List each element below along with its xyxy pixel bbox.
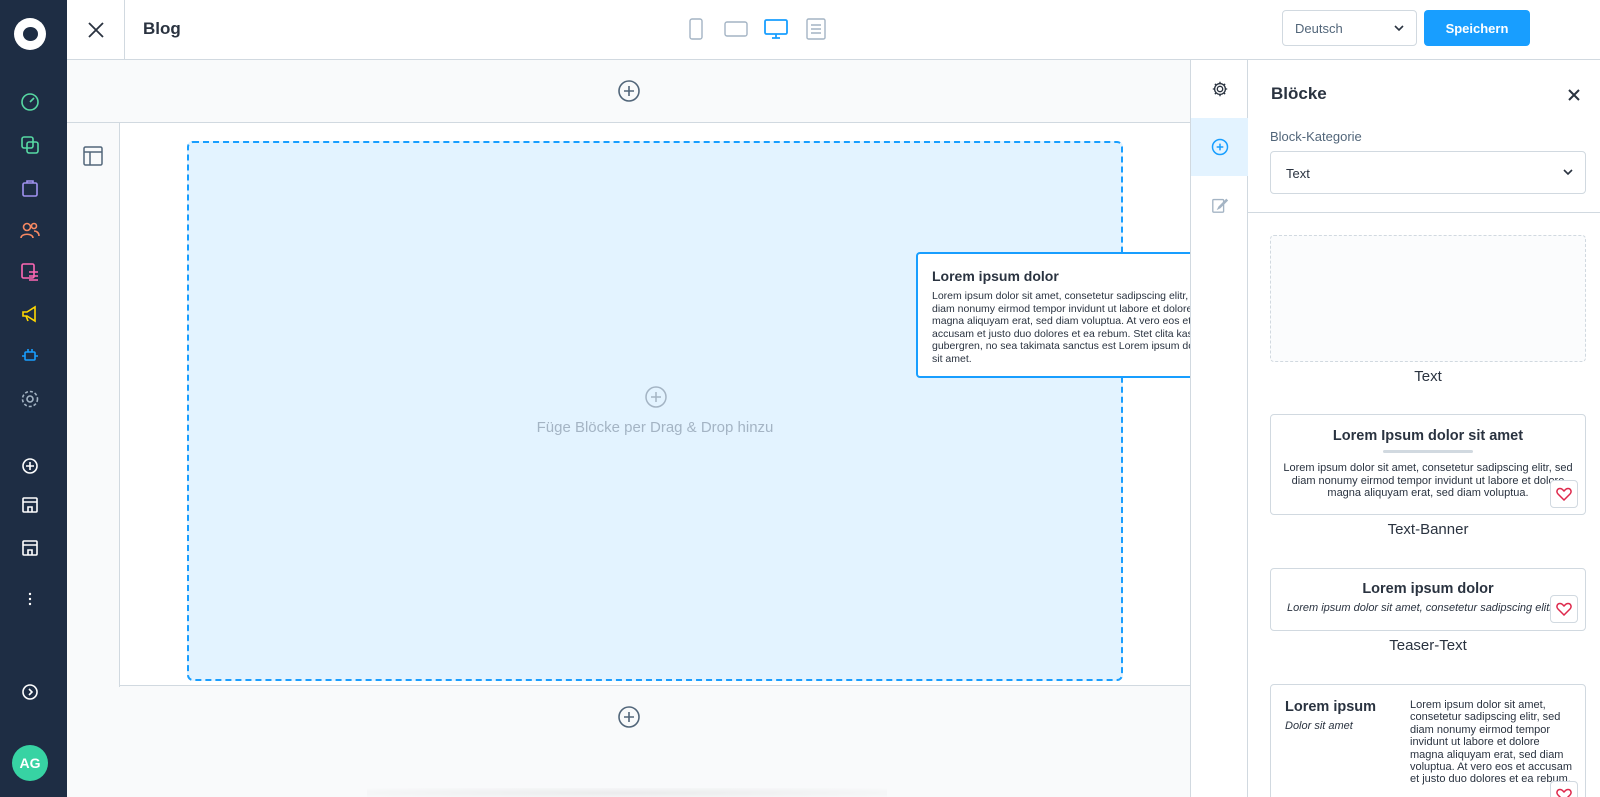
block-heading: Lorem Ipsum dolor sit amet [1332,428,1524,444]
block-body: Lorem ipsum dolor sit amet, consetetur s… [1287,602,1553,614]
block-subheading: Dolor sit amet [1285,720,1353,732]
block-preview-text-banner[interactable]: Lorem Ipsum dolor sit amet Lorem ipsum d… [1270,414,1586,515]
block-name-text: Text [1414,368,1442,385]
form-view-button[interactable] [803,16,829,42]
canvas-shadow [367,788,887,797]
heart-icon [1556,602,1572,616]
content-icon[interactable] [19,261,41,283]
help-icon[interactable] [19,681,41,703]
tab-settings[interactable] [1191,60,1248,118]
section-sidebar[interactable] [67,123,120,687]
sidebar-tabs [1190,60,1248,797]
dashboard-icon[interactable] [19,91,41,113]
divider [1248,212,1600,213]
extensions-icon[interactable] [19,345,41,367]
category-label: Block-Kategorie [1270,129,1362,144]
device-switcher [683,16,829,42]
add-sales-channel-icon[interactable] [19,455,41,477]
drag-preview-body: Lorem ipsum dolor sit amet, consetetur s… [932,290,1209,365]
drag-preview-card[interactable]: Lorem ipsum dolor Lorem ipsum dolor sit … [916,252,1232,378]
cms-section: Füge Blöcke per Drag & Drop hinzu [67,122,1190,687]
editor-toolbar: Blog Deutsch Speichern [67,0,1600,60]
close-icon [87,21,104,38]
dropzone-label: Füge Blöcke per Drag & Drop hinzu [536,419,774,436]
avatar-initials: AG [19,755,41,771]
tablet-icon [724,21,748,37]
avatar[interactable]: AG [12,745,48,781]
favorite-button[interactable] [1550,595,1578,623]
add-section-icon[interactable] [617,79,641,103]
favorite-button[interactable] [1550,480,1578,508]
form-icon [806,18,826,40]
favorite-button[interactable] [1550,781,1578,797]
desktop-icon [764,19,788,39]
tab-edit[interactable] [1191,176,1248,234]
main-navigation: AG [0,0,67,797]
add-block-icon [645,386,667,408]
orders-icon[interactable] [19,177,41,199]
block-name-teaser-text: Teaser-Text [1389,637,1467,654]
shopware-logo-icon[interactable] [14,18,46,50]
tablet-view-button[interactable] [723,16,749,42]
block-name-text-banner: Text-Banner [1387,521,1469,538]
heading-underline [1383,450,1473,453]
customers-icon[interactable] [19,219,41,241]
tab-add-blocks[interactable] [1191,118,1248,176]
cms-canvas: Füge Blöcke per Drag & Drop hinzu [67,60,1190,797]
language-value: Deutsch [1295,21,1343,36]
block-body: Lorem ipsum dolor sit amet, consetetur s… [1410,699,1573,786]
close-icon[interactable] [1566,87,1582,103]
add-section-bottom [67,686,1190,748]
block-preview-two-column-text[interactable]: Lorem ipsum Dolor sit amet Lorem ipsum d… [1270,684,1586,797]
drag-preview-heading: Lorem ipsum dolor [932,268,1059,284]
category-select[interactable]: Text [1270,151,1586,194]
blocks-panel: Blöcke Block-Kategorie Text Text Lorem I… [1248,60,1600,797]
edit-icon [1211,198,1228,213]
close-editor-button[interactable] [67,0,125,59]
block-preview-text[interactable] [1270,235,1586,362]
storefront-icon[interactable] [19,494,41,516]
gear-icon [1212,81,1227,97]
chevron-down-icon [1563,169,1573,176]
language-select[interactable]: Deutsch [1282,10,1417,46]
add-block-icon [1211,138,1228,156]
block-left-column: Lorem ipsum Dolor sit amet [1285,699,1395,732]
more-icon[interactable] [19,588,41,610]
layout-icon[interactable] [82,145,104,167]
headless-icon[interactable] [19,537,41,559]
heart-icon [1556,487,1572,501]
mobile-icon [689,18,703,40]
marketing-icon[interactable] [19,303,41,325]
save-button[interactable]: Speichern [1424,10,1530,46]
add-section-icon[interactable] [617,705,641,729]
desktop-view-button[interactable] [763,16,789,42]
page-title: Blog [143,19,181,38]
block-heading: Lorem ipsum [1285,699,1377,715]
block-dropzone[interactable]: Füge Blöcke per Drag & Drop hinzu [187,141,1123,681]
block-preview-teaser-text[interactable]: Lorem ipsum dolor Lorem ipsum dolor sit … [1270,568,1586,631]
add-section-top [67,60,1190,122]
block-heading: Lorem ipsum dolor [1362,581,1494,597]
chevron-down-icon [1394,25,1404,32]
catalog-icon[interactable] [19,134,41,156]
block-body: Lorem ipsum dolor sit amet, consetetur s… [1283,462,1573,499]
heart-icon [1556,788,1572,797]
category-value: Text [1286,166,1310,181]
panel-title: Blöcke [1271,84,1327,103]
mobile-view-button[interactable] [683,16,709,42]
settings-icon[interactable] [19,388,41,410]
